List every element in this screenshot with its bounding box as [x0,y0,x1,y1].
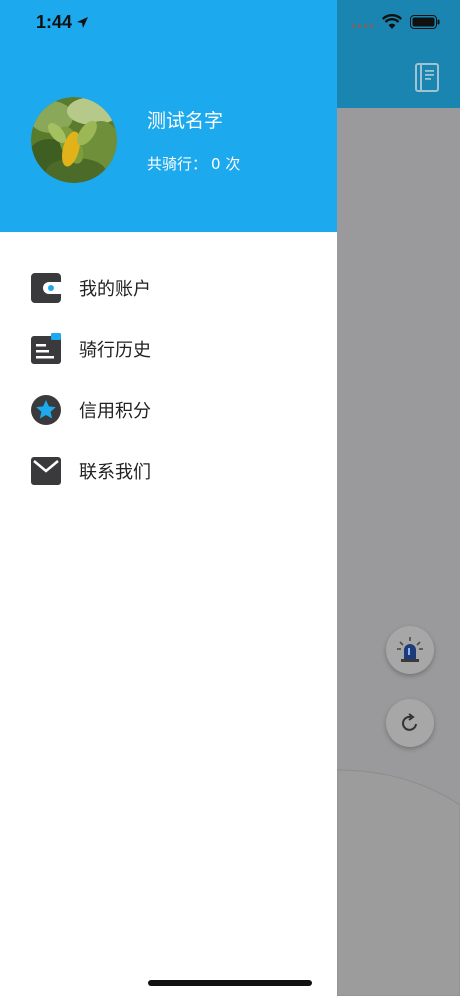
time-text: 1:44 [36,12,73,32]
history-icon [31,332,61,364]
signal-icon [352,24,373,28]
menu-item-contact-us[interactable]: 联系我们 [0,440,337,501]
location-arrow-icon [77,17,89,28]
battery-icon [410,15,440,29]
menu-label: 联系我们 [79,461,151,483]
star-icon [31,394,61,425]
menu-label: 我的账户 [79,278,151,300]
home-indicator[interactable] [148,980,312,986]
menu-label: 骑行历史 [79,339,151,361]
menu-item-my-account[interactable]: 我的账户 [0,257,337,318]
ride-count-value: 0 次 [211,155,241,173]
wallet-icon [31,272,61,303]
refresh-button[interactable] [386,699,434,747]
bottom-panel-curve [337,769,460,996]
alarm-button[interactable] [386,626,434,674]
ride-count: 共骑行： 0 次 [147,153,240,174]
avatar[interactable] [31,97,117,183]
mail-icon [31,456,61,485]
siren-icon [397,637,423,662]
status-time: 1:44 [36,12,89,33]
drawer-menu: 我的账户 骑行历史 信用积分 联系我们 [0,257,337,501]
menu-item-ride-history[interactable]: 骑行历史 [0,318,337,379]
book-icon[interactable] [414,63,440,93]
navigation-drawer: 1:44 测试名字 共骑行： 0 次 我的账户 骑行历史 信用积分 联系我们 [0,0,337,996]
menu-item-credit-score[interactable]: 信用积分 [0,379,337,440]
user-name: 测试名字 [147,110,224,132]
drawer-header: 1:44 测试名字 共骑行： 0 次 [0,0,337,232]
menu-label: 信用积分 [79,400,151,422]
ride-count-label: 共骑行： [147,155,208,173]
status-indicators [352,14,440,30]
wifi-icon [382,14,402,29]
refresh-icon [402,713,417,731]
